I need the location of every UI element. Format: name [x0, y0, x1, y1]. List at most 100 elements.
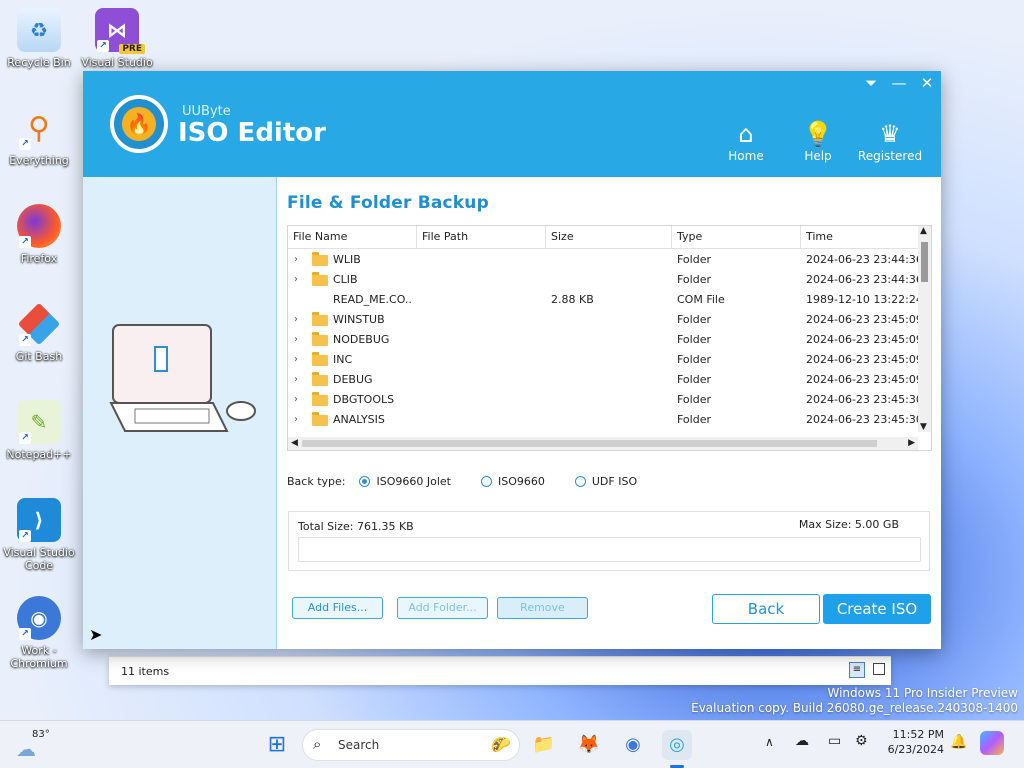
table-row[interactable]: › WLIB Folder 2024-06-23 23:44:36	[288, 250, 921, 270]
table-row[interactable]: READ_ME.CO... 2.88 KB COM File 1989-12-10 1…	[288, 290, 921, 310]
horizontal-scroll-thumb[interactable]	[302, 440, 877, 447]
desktop-icon-git-bash[interactable]: ↗ Git Bash	[2, 302, 76, 363]
close-icon[interactable]: ✕	[913, 71, 941, 95]
cell-path	[422, 290, 542, 310]
network-offline-icon[interactable]: ☁	[795, 733, 809, 749]
user-registered-icon: ♛	[879, 120, 901, 148]
firefox-taskbar-icon[interactable]: 🦊	[574, 730, 604, 760]
notification-bell-icon[interactable]: 🔔	[950, 734, 967, 750]
expand-chevron-icon[interactable]: ›	[294, 350, 304, 370]
cell-name: NODEBUG	[333, 333, 390, 346]
remove-button[interactable]: Remove	[497, 597, 588, 619]
cell-type: Folder	[677, 353, 711, 366]
column-header[interactable]: File Name	[288, 226, 417, 248]
folder-icon	[312, 392, 328, 406]
file-explorer-icon[interactable]: 📁	[529, 730, 559, 760]
nav-registered-label: Registered	[857, 149, 923, 163]
cell-time: 2024-06-23 23:45:09	[806, 333, 921, 346]
app-logo: 🔥	[110, 95, 168, 153]
cell-size	[551, 350, 671, 370]
weather-temp: 83°	[32, 729, 50, 740]
desktop-icon-firefox[interactable]: ↗ Firefox	[2, 204, 76, 265]
table-row[interactable]: › CLIB Folder 2024-06-23 23:44:36	[288, 270, 921, 290]
details-view-icon[interactable]: ≡	[849, 662, 865, 678]
cell-type: Folder	[677, 253, 711, 266]
desktop-icon-vscode[interactable]: ⟩ ↗ Visual Studio Code	[2, 498, 76, 572]
table-header: File Name File Path Size Type Time	[288, 226, 918, 249]
watermark-line1: Windows 11 Pro Insider Preview	[827, 686, 1018, 700]
start-windows-icon[interactable]: ⊞	[262, 730, 292, 760]
expand-chevron-icon[interactable]: ›	[294, 390, 304, 410]
table-row[interactable]: › NODEBUG Folder 2024-06-23 23:45:09	[288, 330, 921, 350]
nav-help[interactable]: 💡 Help	[788, 119, 848, 163]
vscode-icon: ⟩ ↗	[17, 498, 61, 542]
minimize-icon[interactable]: —	[885, 71, 913, 95]
table-row[interactable]: › ANALYSIS Folder 2024-06-23 23:45:30	[288, 410, 921, 430]
scroll-left-icon[interactable]: ◀	[291, 437, 298, 450]
sync-status-icon[interactable]: ⚙	[855, 733, 868, 749]
table-row[interactable]: › DEBUG Folder 2024-06-23 23:45:09	[288, 370, 921, 390]
expand-chevron-icon[interactable]: ›	[294, 270, 304, 290]
firefox-icon: ↗	[17, 204, 61, 248]
desktop-icon-everything[interactable]: ⚲ ↗ Everything	[2, 106, 76, 168]
column-header[interactable]: Type	[672, 226, 801, 248]
menu-dropdown-icon[interactable]: ⏷	[857, 71, 885, 95]
nav-home[interactable]: ⌂ Home	[716, 119, 776, 163]
radio-iso9660-jolet[interactable]: ISO9660 Jolet	[359, 475, 451, 488]
add-files-button[interactable]: Add Files...	[292, 597, 383, 619]
size-panel: Total Size: 761.35 KB Max Size: 5.00 GB	[288, 511, 930, 571]
create-iso-button[interactable]: Create ISO	[823, 594, 931, 624]
desktop-icon-notepad-plus-plus[interactable]: ✎ ↗ Notepad++	[2, 400, 76, 461]
vertical-scroll-thumb[interactable]	[921, 242, 928, 282]
horizontal-scrollbar[interactable]: ◀ ▶	[288, 437, 918, 450]
cell-time: 2024-06-23 23:44:36	[806, 253, 921, 266]
add-folder-button[interactable]: Add Folder...	[397, 597, 488, 619]
vertical-scrollbar[interactable]: ▲ ▼	[918, 226, 931, 432]
display-icon[interactable]: ▭	[828, 733, 841, 749]
cell-time: 2024-06-23 23:45:30	[806, 393, 921, 406]
table-row[interactable]: › DBGTOOLS Folder 2024-06-23 23:45:30	[288, 390, 921, 410]
expand-chevron-icon[interactable]: ›	[294, 250, 304, 270]
chromium-profile-icon: ◉ ↗	[17, 596, 61, 640]
iso-editor-taskbar-icon[interactable]: ◎	[662, 730, 692, 760]
brand-title: ISO Editor	[178, 118, 326, 148]
chromium-taskbar-icon[interactable]: ◉	[618, 730, 648, 760]
expand-chevron-icon[interactable]: ›	[294, 310, 304, 330]
expand-chevron-icon[interactable]: ›	[294, 370, 304, 390]
desktop-icon-label: Everything	[9, 154, 69, 167]
desktop-icon-label: Recycle Bin	[7, 56, 71, 69]
everything-search-icon: ⚲ ↗	[17, 106, 61, 150]
cell-time: 2024-06-23 23:45:30	[806, 413, 921, 426]
folder-icon	[312, 252, 328, 266]
desktop-icon-label: Work - Chromium	[10, 644, 68, 670]
expand-chevron-icon[interactable]: ›	[294, 410, 304, 430]
scroll-up-icon[interactable]: ▲	[920, 226, 927, 236]
cell-type: Folder	[677, 373, 711, 386]
radio-iso9660[interactable]: ISO9660	[480, 475, 545, 488]
weather-widget[interactable]: ☁ 83°	[14, 729, 64, 761]
nav-home-label: Home	[728, 149, 764, 163]
taskbar-search[interactable]: ⌕ Search 🌮	[302, 729, 520, 761]
nav-help-label: Help	[804, 149, 832, 163]
cell-path	[422, 330, 542, 350]
scroll-right-icon[interactable]: ▶	[908, 437, 915, 450]
shortcut-arrow-icon: ↗	[19, 334, 31, 346]
desktop-icon-work-chromium[interactable]: ◉ ↗ Work - Chromium	[2, 596, 76, 670]
radio-udf-iso[interactable]: UDF ISO	[574, 475, 637, 488]
window-controls: ⏷ — ✕	[857, 71, 941, 95]
copilot-icon[interactable]	[980, 731, 1004, 755]
desktop-icon-visual-studio[interactable]: ⋈ PRE ↗ Visual Studio	[80, 8, 154, 69]
scroll-down-icon[interactable]: ▼	[920, 422, 927, 432]
show-hidden-icons-icon[interactable]: ∧	[765, 735, 774, 749]
table-row[interactable]: › INC Folder 2024-06-23 23:45:09	[288, 350, 921, 370]
back-button[interactable]: Back	[712, 594, 820, 624]
column-header[interactable]: Size	[546, 226, 672, 248]
table-row[interactable]: › WINSTUB Folder 2024-06-23 23:45:09	[288, 310, 921, 330]
expand-chevron-icon[interactable]: ›	[294, 330, 304, 350]
tiles-view-icon[interactable]	[873, 663, 885, 675]
column-header[interactable]: File Path	[417, 226, 546, 248]
column-header[interactable]: Time	[801, 226, 918, 248]
desktop-icon-recycle-bin[interactable]: ♻ Recycle Bin	[2, 8, 76, 69]
clock[interactable]: 11:52 PM 6/23/2024	[880, 728, 944, 756]
nav-registered[interactable]: ♛ Registered	[855, 119, 925, 163]
